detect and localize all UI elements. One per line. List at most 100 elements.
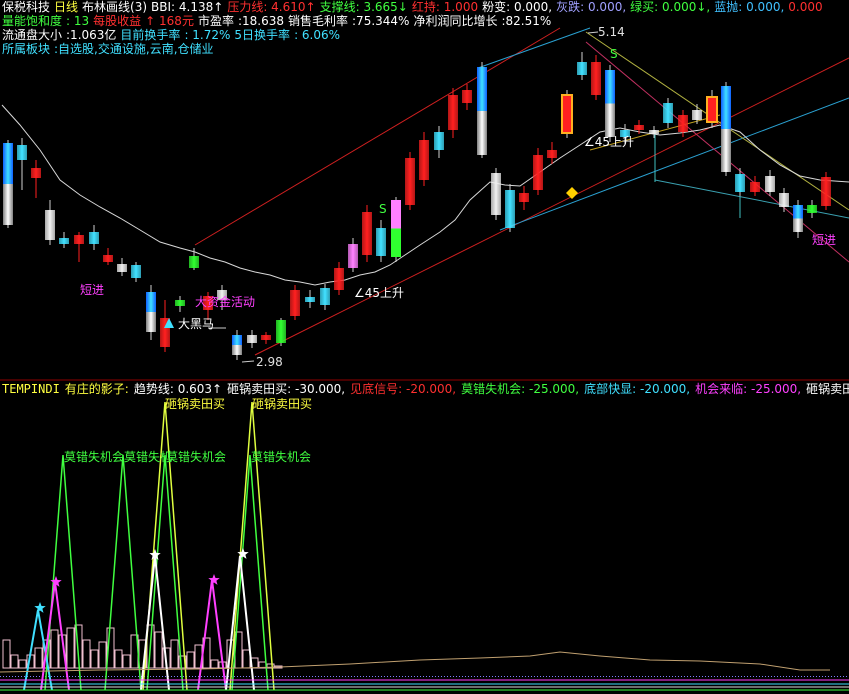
candle-body [131, 265, 141, 278]
dot [570, 676, 571, 677]
dot [87, 676, 88, 677]
sub-indicator-header: TEMPINDI 有庄的影子: 趋势线: 0.603↑ 砸锅卖田买: -30.000,… [2, 381, 849, 397]
dot [207, 676, 208, 677]
dot [579, 676, 580, 677]
dot [189, 676, 190, 677]
price-annotations: 5.14 2.98 短进 短进 大资金活动 大黑马 ∠45上升 ∠45上升 S … [80, 25, 836, 369]
period-label[interactable]: 日线 [54, 0, 78, 14]
dot [432, 676, 433, 677]
dark-horse-label: 大黑马 [178, 317, 214, 331]
dot [729, 676, 730, 677]
dot [246, 676, 247, 677]
dot [30, 676, 31, 677]
dot [288, 676, 289, 677]
dot [378, 676, 379, 677]
candle-body [3, 143, 13, 184]
dot [369, 676, 370, 677]
dot [591, 676, 592, 677]
missed-label-2: 莫错失机 [124, 449, 172, 464]
dot [711, 676, 712, 677]
sub-indicator-name[interactable]: TEMPINDI [2, 382, 60, 396]
dot [21, 676, 22, 677]
dot [840, 676, 841, 677]
candle-body [320, 288, 330, 305]
dot [81, 676, 82, 677]
dot [465, 676, 466, 677]
dot [129, 676, 130, 677]
candle-body [750, 182, 760, 192]
dot [411, 676, 412, 677]
dot [423, 676, 424, 677]
dot [24, 676, 25, 677]
signal-star [208, 574, 220, 585]
dot [159, 676, 160, 677]
dot [120, 676, 121, 677]
candle-body [334, 268, 344, 290]
dot [3, 676, 4, 677]
dot [810, 676, 811, 677]
missed-label-1: 莫错失机会 [64, 449, 124, 464]
dot [447, 676, 448, 677]
dot [78, 676, 79, 677]
pot-sell-value: 砸锅卖田买: -30.000, [227, 382, 346, 396]
dot [696, 676, 697, 677]
chart-canvas[interactable]: 5.14 2.98 短进 短进 大资金活动 大黑马 ∠45上升 ∠45上升 S … [0, 0, 849, 694]
dot [735, 676, 736, 677]
dot [537, 676, 538, 677]
low-arrow [241, 360, 255, 363]
dot [837, 676, 838, 677]
dot [195, 676, 196, 677]
candlestick-series [3, 52, 831, 360]
dot [297, 676, 298, 677]
candle-body [706, 96, 718, 123]
dot [90, 676, 91, 677]
dot [417, 676, 418, 677]
dot [825, 676, 826, 677]
dot [555, 676, 556, 677]
candle-body [505, 190, 515, 228]
candle-body [807, 205, 817, 213]
dot [375, 676, 376, 677]
dot [684, 676, 685, 677]
dot [150, 676, 151, 677]
dot [549, 676, 550, 677]
candle-body [348, 244, 358, 268]
dot [171, 676, 172, 677]
sub-indicator-pane [0, 401, 849, 691]
candle-body [663, 103, 673, 123]
stock-name[interactable]: 保税科技 [2, 0, 50, 14]
sub-indicator-title[interactable]: 有庄的影子: [65, 382, 129, 396]
dot [804, 676, 805, 677]
dot [717, 676, 718, 677]
dot [738, 676, 739, 677]
dot [102, 676, 103, 677]
dot [276, 676, 277, 677]
s-label-1: S [379, 202, 387, 216]
dot [135, 676, 136, 677]
signal-spike [40, 581, 70, 691]
dot [393, 676, 394, 677]
dot [132, 676, 133, 677]
dot [615, 676, 616, 677]
dot [783, 676, 784, 677]
dot [426, 676, 427, 677]
dot [165, 676, 166, 677]
dot [846, 676, 847, 677]
dot [702, 676, 703, 677]
dot [594, 676, 595, 677]
dot [12, 676, 13, 677]
volume-bar [82, 639, 91, 669]
dot [471, 676, 472, 677]
dot [60, 676, 61, 677]
indicator-name[interactable]: 布林画线(3) [82, 0, 147, 14]
dot [384, 676, 385, 677]
candle-body [391, 228, 401, 257]
dot [777, 676, 778, 677]
candle-body [561, 94, 573, 134]
sub-tail-value: 砸锅卖田 [806, 382, 849, 396]
dot [486, 676, 487, 677]
dot [192, 676, 193, 677]
s-label-2: S [610, 47, 618, 61]
dot [699, 676, 700, 677]
dot [234, 676, 235, 677]
